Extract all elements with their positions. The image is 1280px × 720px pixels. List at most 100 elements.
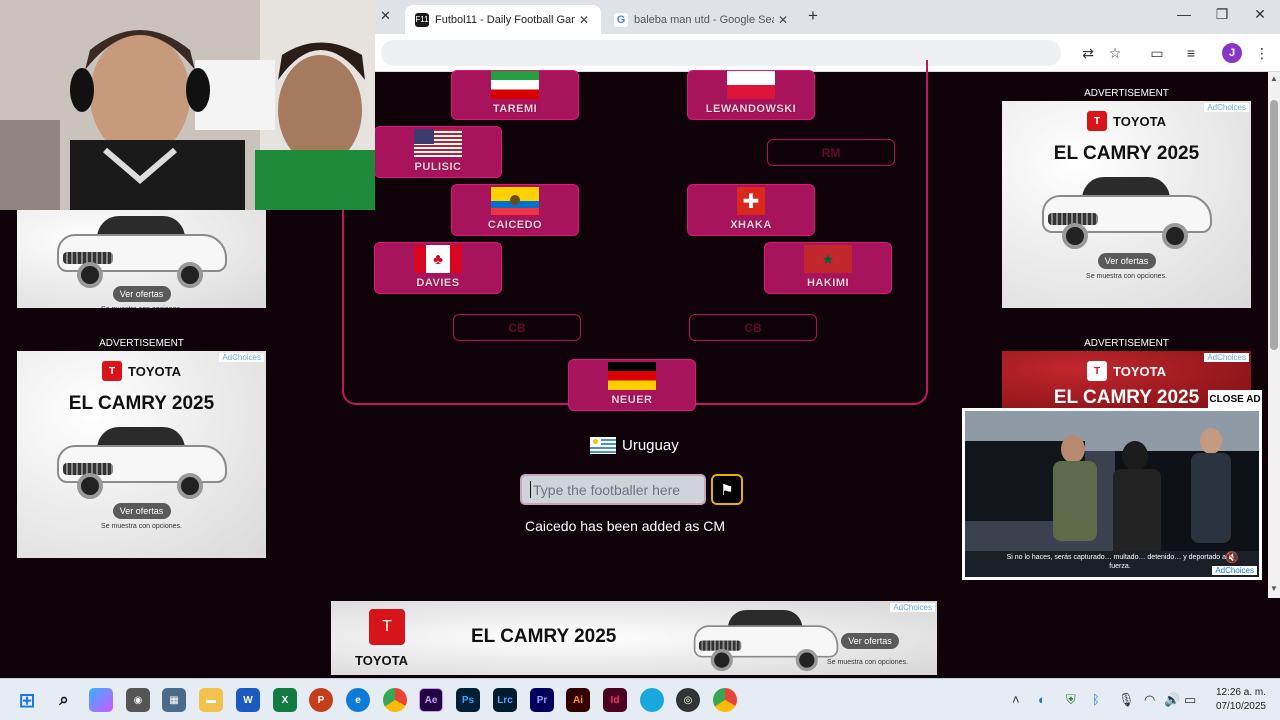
ad-left-bottom[interactable]: AdChoices T TOYOTA EL CAMRY 2025 Ver ofer… (17, 351, 266, 558)
ad-right-top[interactable]: AdChoices T TOYOTA EL CAMRY 2025 Ver ofer… (1002, 101, 1251, 308)
window-close-icon[interactable]: ✕ (1240, 6, 1280, 23)
ad-headline: EL CAMRY 2025 (471, 626, 617, 647)
wifi-icon[interactable]: ◠ (1144, 692, 1155, 708)
obs-icon[interactable]: ◎ (676, 688, 700, 712)
adchoices-icon[interactable]: AdChoices (1204, 103, 1249, 112)
sidepanel-icon[interactable]: ▭ (1147, 43, 1167, 63)
canada-flag-icon: ♣ (414, 245, 462, 273)
battery-icon[interactable]: ▭ (1184, 692, 1196, 708)
close-tab-icon[interactable]: ✕ (575, 13, 593, 27)
after-effects-icon[interactable]: Ae (419, 688, 443, 712)
word-icon[interactable]: W (236, 688, 260, 712)
excel-icon[interactable]: X (273, 688, 297, 712)
tab-title: baleba man utd - Google Search (634, 13, 774, 26)
switzerland-flag-icon: ✚ (737, 187, 765, 215)
adchoices-icon[interactable]: AdChoices (1204, 353, 1249, 362)
photoshop-icon[interactable]: Ps (456, 688, 480, 712)
file-explorer-icon[interactable]: ▬ (199, 688, 223, 712)
player-name: TAREMI (492, 103, 538, 115)
ad-left-top[interactable]: Ver ofertas Se muestra con opciones. (17, 210, 266, 308)
empty-slot-cb-right[interactable]: CB (689, 314, 817, 341)
translate-icon[interactable]: ⇄ (1078, 43, 1098, 63)
camera-icon[interactable]: ◉ (126, 688, 150, 712)
tray-app-icon[interactable]: ◐ (1038, 692, 1046, 707)
player-card-lewandowski[interactable]: LEWANDOWSKI (687, 70, 815, 120)
bluetooth-icon[interactable]: ᛒ (1092, 692, 1100, 707)
copilot-icon[interactable] (89, 688, 113, 712)
football-pitch (342, 60, 928, 405)
give-up-flag-button[interactable]: ⚑ (711, 474, 743, 505)
player-card-davies[interactable]: ♣ DAVIES (374, 242, 502, 294)
close-tab-icon[interactable]: ✕ (774, 13, 792, 27)
adchoices-icon[interactable]: AdChoices (1212, 566, 1257, 575)
empty-slot-cb-left[interactable]: CB (453, 314, 581, 341)
chrome-profile-icon[interactable] (713, 688, 737, 712)
adchoices-icon[interactable]: AdChoices (890, 603, 935, 612)
calculator-icon[interactable]: ▦ (162, 688, 186, 712)
windows-start-icon[interactable]: ⊞ (15, 688, 39, 712)
ad-bottom-banner[interactable]: AdChoices T TOYOTA EL CAMRY 2025 Ver ofe… (331, 601, 937, 675)
close-ad-button[interactable]: CLOSE AD (1208, 390, 1262, 408)
profile-avatar[interactable]: J (1222, 43, 1242, 63)
car-image (1041, 173, 1212, 249)
scroll-down-icon[interactable]: ▼ (1268, 584, 1280, 598)
player-name: NEUER (611, 394, 653, 406)
clock[interactable]: 12:26 a. m. 07/10/2025 (1204, 686, 1266, 714)
ad-brand: TOYOTA (355, 653, 408, 668)
microphone-icon[interactable]: 🎙 (1118, 692, 1135, 708)
globe-app-icon[interactable] (640, 688, 664, 712)
ver-ofertas-button[interactable]: Ver ofertas (1097, 253, 1156, 269)
mute-icon[interactable]: 🔇 (1225, 551, 1239, 564)
player-card-hakimi[interactable]: ★ HAKIMI (764, 242, 892, 294)
illustrator-icon[interactable]: Ai (566, 688, 590, 712)
webcam-overlay (0, 0, 375, 210)
toyota-logo-icon: T (1087, 111, 1108, 131)
tab-title: Futbol11 - Daily Football Game (435, 13, 575, 26)
empty-slot-rm[interactable]: RM (767, 139, 895, 166)
restore-icon[interactable]: ❐ (1202, 6, 1242, 23)
footballer-search-input[interactable]: Type the footballer here (520, 474, 706, 505)
tray-overflow-icon[interactable]: ˄ (1012, 692, 1020, 707)
advertisement-label: ADVERTISEMENT (1084, 338, 1169, 349)
player-card-neuer[interactable]: NEUER (568, 359, 696, 411)
player-card-xhaka[interactable]: ✚ XHAKA (687, 184, 815, 236)
toyota-logo-icon: T (369, 609, 405, 645)
nation-name: Uruguay (622, 437, 679, 454)
futbol11-favicon-icon: F11 (415, 12, 429, 27)
chrome-icon[interactable] (383, 688, 407, 712)
bookmark-star-icon[interactable]: ☆ (1105, 43, 1125, 63)
close-icon[interactable]: ✕ (380, 8, 391, 24)
iran-flag-icon (491, 71, 539, 99)
lightroom-classic-icon[interactable]: Lrc (493, 688, 517, 712)
search-icon[interactable]: ⌕ (52, 688, 76, 712)
premiere-icon[interactable]: Pr (530, 688, 554, 712)
video-ad-player[interactable]: Si no lo haces, serás capturado… multado… (962, 408, 1262, 580)
tab-futbol11[interactable]: F11 Futbol11 - Daily Football Game ✕ (405, 5, 601, 34)
volume-icon[interactable]: 🔊 (1164, 692, 1180, 708)
car-image (56, 212, 227, 288)
player-card-caicedo[interactable]: CAICEDO (451, 184, 579, 236)
adchoices-icon[interactable]: AdChoices (219, 353, 264, 362)
scrollbar-thumb[interactable] (1270, 100, 1278, 350)
ver-ofertas-button[interactable]: Ver ofertas (841, 633, 899, 649)
edge-icon[interactable]: e (346, 688, 370, 712)
minimize-icon[interactable]: — (1164, 6, 1204, 22)
player-card-taremi[interactable]: TAREMI (451, 70, 579, 120)
indesign-icon[interactable]: Id (603, 688, 627, 712)
ad-fine-print: Se muestra con opciones. (1086, 273, 1167, 280)
ver-ofertas-button[interactable]: Ver ofertas (112, 503, 171, 519)
media-controls-icon[interactable]: ≡ (1181, 43, 1201, 63)
player-card-pulisic[interactable]: PULISIC (374, 126, 502, 178)
player-name: HAKIMI (806, 277, 850, 289)
scroll-up-icon[interactable]: ▲ (1268, 74, 1280, 88)
ver-ofertas-button[interactable]: Ver ofertas (112, 286, 171, 302)
uruguay-flag-icon (590, 437, 616, 454)
tab-google-search[interactable]: G baleba man utd - Google Search ✕ (604, 5, 800, 34)
powerpoint-icon[interactable]: P (309, 688, 333, 712)
clock-time: 12:26 a. m. (1215, 687, 1266, 698)
menu-kebab-icon[interactable]: ⋮ (1252, 43, 1272, 63)
security-icon[interactable]: ⛨ (1066, 692, 1076, 708)
new-tab-button[interactable]: + (808, 6, 818, 26)
car-image (56, 423, 227, 499)
ad-fine-print: Se muestra con opciones. (17, 306, 266, 308)
